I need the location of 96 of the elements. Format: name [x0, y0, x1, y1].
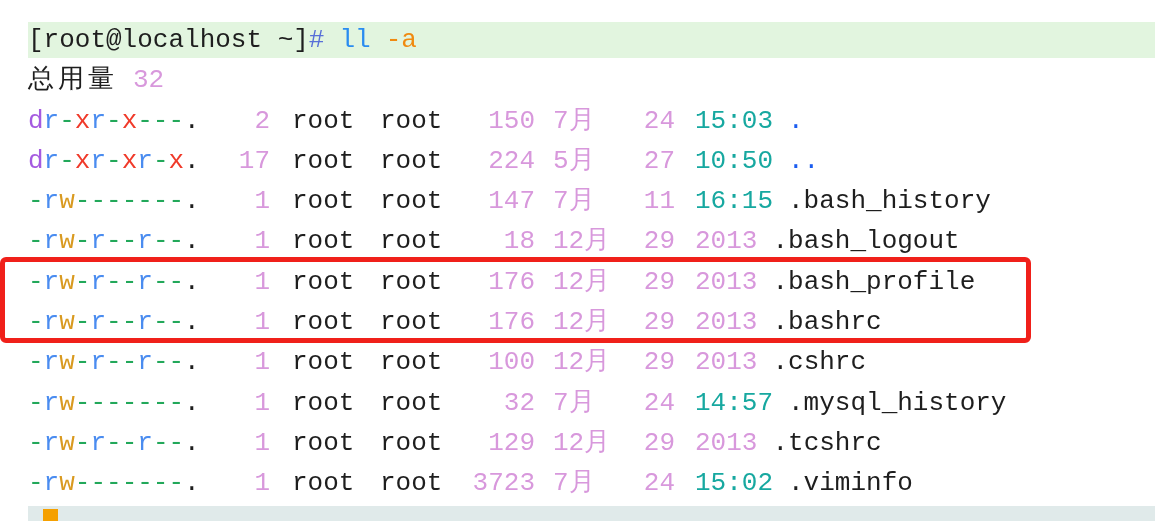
time-text: 15:02 — [695, 467, 773, 501]
owner-name: root — [292, 105, 355, 136]
file-size: 129 — [487, 426, 535, 460]
time-text: 15:03 — [695, 104, 773, 138]
day-text: 24 — [642, 386, 675, 420]
link-count: 1 — [253, 426, 270, 460]
permissions-text: -rw-r--r--. — [28, 225, 201, 259]
owner-name: root — [292, 347, 355, 378]
group-name: root — [380, 427, 443, 458]
day-text: 29 — [642, 306, 675, 340]
file-name: .. — [788, 144, 820, 178]
link-count: 1 — [253, 306, 270, 340]
file-name: . — [788, 104, 804, 138]
file-size: 147 — [487, 185, 535, 219]
link-count: 1 — [253, 346, 270, 380]
link-count: 1 — [253, 225, 270, 259]
owner-name: root — [292, 226, 355, 257]
day-text: 24 — [642, 104, 675, 138]
month-text: 7月 — [553, 468, 595, 499]
time-text: 2013 — [695, 426, 758, 460]
file-name: .tcshrc — [772, 426, 882, 460]
month-text: 12月 — [553, 266, 611, 297]
group-name: root — [380, 347, 443, 378]
day-text: 29 — [642, 426, 675, 460]
group-name: root — [380, 307, 443, 338]
month-text: 7月 — [553, 105, 595, 136]
month-text: 12月 — [553, 307, 611, 338]
time-text: 2013 — [695, 306, 758, 340]
day-text: 24 — [642, 467, 675, 501]
permissions-text: dr-xr-x---. — [28, 104, 201, 138]
group-name: root — [380, 105, 443, 136]
group-name: root — [380, 387, 443, 418]
time-text: 2013 — [695, 265, 758, 299]
permissions-text: -rw-------. — [28, 386, 201, 420]
link-count: 1 — [253, 185, 270, 219]
file-name: .bash_history — [788, 185, 991, 219]
time-text: 10:50 — [695, 144, 773, 178]
file-size: 18 — [502, 225, 535, 259]
owner-name: root — [292, 145, 355, 176]
time-text: 2013 — [695, 225, 758, 259]
file-size: 176 — [487, 265, 535, 299]
time-text: 16:15 — [695, 185, 773, 219]
day-text: 29 — [642, 265, 675, 299]
group-name: root — [380, 468, 443, 499]
file-name: .bash_profile — [772, 265, 976, 299]
file-name: .viminfo — [788, 467, 913, 501]
permissions-text: -rw-------. — [28, 467, 201, 501]
file-size: 176 — [487, 306, 535, 340]
owner-name: root — [292, 186, 355, 217]
owner-name: root — [292, 427, 355, 458]
permissions-text: -rw-r--r--. — [28, 265, 201, 299]
day-text: 29 — [642, 225, 675, 259]
day-text: 29 — [642, 346, 675, 380]
time-text: 14:57 — [695, 386, 773, 420]
link-count: 2 — [253, 104, 270, 138]
day-text: 27 — [642, 144, 675, 178]
link-count: 1 — [253, 467, 270, 501]
file-size: 224 — [487, 144, 535, 178]
link-count: 17 — [237, 144, 270, 178]
file-name: .cshrc — [772, 346, 867, 380]
owner-name: root — [292, 468, 355, 499]
day-text: 11 — [642, 185, 675, 219]
total-label: 总用量 — [28, 64, 118, 98]
prompt-text: [root@localhost ~] — [28, 24, 309, 58]
permissions-text: -rw-r--r--. — [28, 346, 201, 380]
month-text: 7月 — [553, 387, 595, 418]
prompt-sign: # — [308, 24, 325, 58]
link-count: 1 — [253, 265, 270, 299]
group-name: root — [380, 186, 443, 217]
group-name: root — [380, 266, 443, 297]
owner-name: root — [292, 307, 355, 338]
permissions-text: dr-xr-xr-x. — [28, 144, 201, 178]
owner-name: root — [292, 387, 355, 418]
file-name: .bash_logout — [772, 225, 960, 259]
permissions-text: -rw-r--r--. — [28, 306, 201, 340]
owner-name: root — [292, 266, 355, 297]
month-text: 12月 — [553, 226, 611, 257]
file-name: .bashrc — [772, 306, 882, 340]
group-name: root — [380, 145, 443, 176]
file-size: 32 — [502, 386, 535, 420]
command-option: -a — [385, 22, 417, 59]
time-text: 2013 — [695, 346, 758, 380]
file-name: .mysql_history — [788, 386, 1007, 420]
file-size: 3723 — [471, 467, 535, 501]
total-value: 32 — [133, 64, 165, 98]
month-text: 12月 — [553, 347, 611, 378]
month-text: 12月 — [553, 427, 611, 458]
file-size: 100 — [487, 346, 535, 380]
permissions-text: -rw-r--r--. — [28, 426, 201, 460]
permissions-text: -rw-------. — [28, 185, 201, 219]
month-text: 5月 — [553, 145, 595, 176]
link-count: 1 — [253, 386, 270, 420]
group-name: root — [380, 226, 443, 257]
month-text: 7月 — [553, 186, 595, 217]
file-size: 150 — [487, 104, 535, 138]
command-text: ll — [339, 24, 371, 58]
